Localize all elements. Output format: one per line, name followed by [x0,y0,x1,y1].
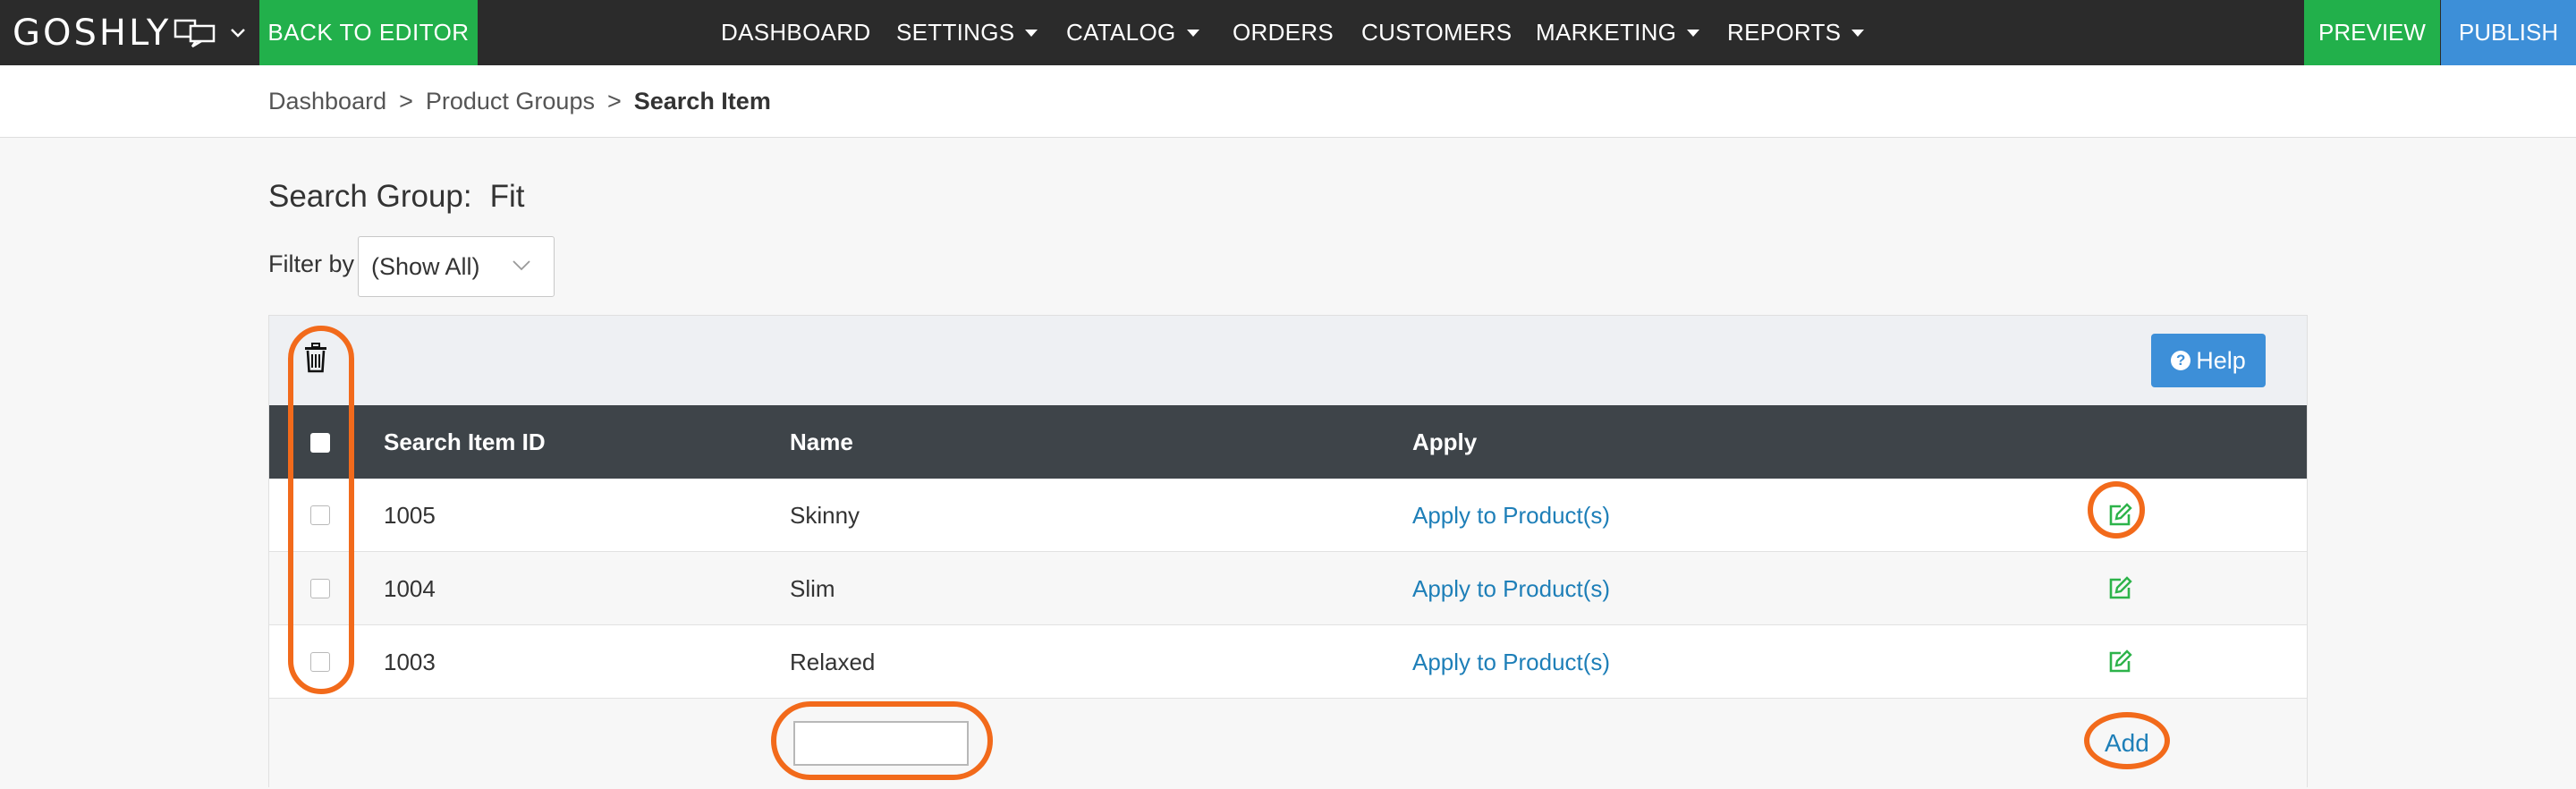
edit-icon[interactable] [2106,575,2133,602]
nav-label: REPORTS [1727,19,1842,46]
search-item-name: Skinny [790,501,860,529]
breadcrumb-product-groups[interactable]: Product Groups [426,88,595,115]
search-group-value: Fit [489,179,525,214]
nav-catalog[interactable]: CATALOG [1066,0,1199,65]
main-nav: DASHBOARD SETTINGS CATALOG ORDERS CUSTOM… [0,0,2576,65]
caret-down-icon [1025,29,1038,37]
publish-button[interactable]: PUBLISH [2441,0,2576,65]
nav-settings[interactable]: SETTINGS [896,0,1038,65]
edit-icon[interactable] [2106,502,2133,529]
nav-label: CATALOG [1066,19,1176,46]
breadcrumb-current: Search Item [633,88,771,115]
page-title: Search Group: Fit [268,179,525,215]
search-item-id: 1003 [384,648,436,675]
caret-down-icon [1852,29,1865,37]
top-navbar: GOSHLY BACK TO EDITOR DASHBOARD SETTINGS… [0,0,2576,65]
nav-dashboard[interactable]: DASHBOARD [721,0,870,65]
new-item-name-input[interactable] [793,721,969,766]
add-item-row: Add [269,699,2307,788]
nav-customers[interactable]: CUSTOMERS [1361,0,1512,65]
breadcrumb: Dashboard > Product Groups > Search Item [268,65,771,138]
trash-icon[interactable] [303,343,328,373]
column-header-id: Search Item ID [384,428,546,455]
table-toolbar: ? Help [269,316,2307,405]
filter-selected-value: (Show All) [371,252,480,280]
table-row: 1005 Skinny Apply to Product(s) [269,479,2307,552]
row-checkbox[interactable] [310,579,330,598]
column-header-name: Name [790,428,853,455]
nav-reports[interactable]: REPORTS [1727,0,1865,65]
apply-to-products-link[interactable]: Apply to Product(s) [1412,552,1610,625]
row-checkbox[interactable] [310,505,330,525]
table-row: 1004 Slim Apply to Product(s) [269,552,2307,625]
nav-marketing[interactable]: MARKETING [1536,0,1700,65]
preview-button[interactable]: PREVIEW [2304,0,2440,65]
nav-orders[interactable]: ORDERS [1233,0,1334,65]
breadcrumb-separator: > [606,88,622,115]
search-item-id: 1004 [384,574,436,602]
help-button[interactable]: ? Help [2151,334,2266,387]
search-group-label: Search Group: [268,179,472,214]
nav-label: ORDERS [1233,19,1335,46]
add-link[interactable]: Add [2105,699,2149,788]
nav-label: CUSTOMERS [1361,19,1513,46]
row-checkbox[interactable] [310,652,330,672]
help-label: Help [2196,346,2246,374]
search-items-panel: ? Help Search Item ID Name Apply 1005 Sk… [268,315,2308,788]
chevron-down-icon [513,260,530,271]
breadcrumb-bar: Dashboard > Product Groups > Search Item [0,65,2576,138]
question-circle-icon: ? [2171,351,2191,370]
caret-down-icon [1186,29,1199,37]
search-item-name: Relaxed [790,648,876,675]
filter-select[interactable]: (Show All) [358,236,555,297]
table-header: Search Item ID Name Apply [269,405,2307,479]
select-all-checkbox[interactable] [310,433,330,453]
table-row: 1003 Relaxed Apply to Product(s) [269,625,2307,699]
apply-to-products-link[interactable]: Apply to Product(s) [1412,625,1610,699]
nav-label: DASHBOARD [721,19,871,46]
caret-down-icon [1687,29,1700,37]
apply-to-products-link[interactable]: Apply to Product(s) [1412,479,1610,552]
column-header-apply: Apply [1412,428,1478,455]
edit-icon[interactable] [2106,649,2133,675]
search-item-name: Slim [790,574,835,602]
filter-label: Filter by [268,250,355,277]
search-item-id: 1005 [384,501,436,529]
nav-label: SETTINGS [896,19,1015,46]
breadcrumb-dashboard[interactable]: Dashboard [268,88,386,115]
breadcrumb-separator: > [399,88,413,115]
nav-label: MARKETING [1536,19,1677,46]
